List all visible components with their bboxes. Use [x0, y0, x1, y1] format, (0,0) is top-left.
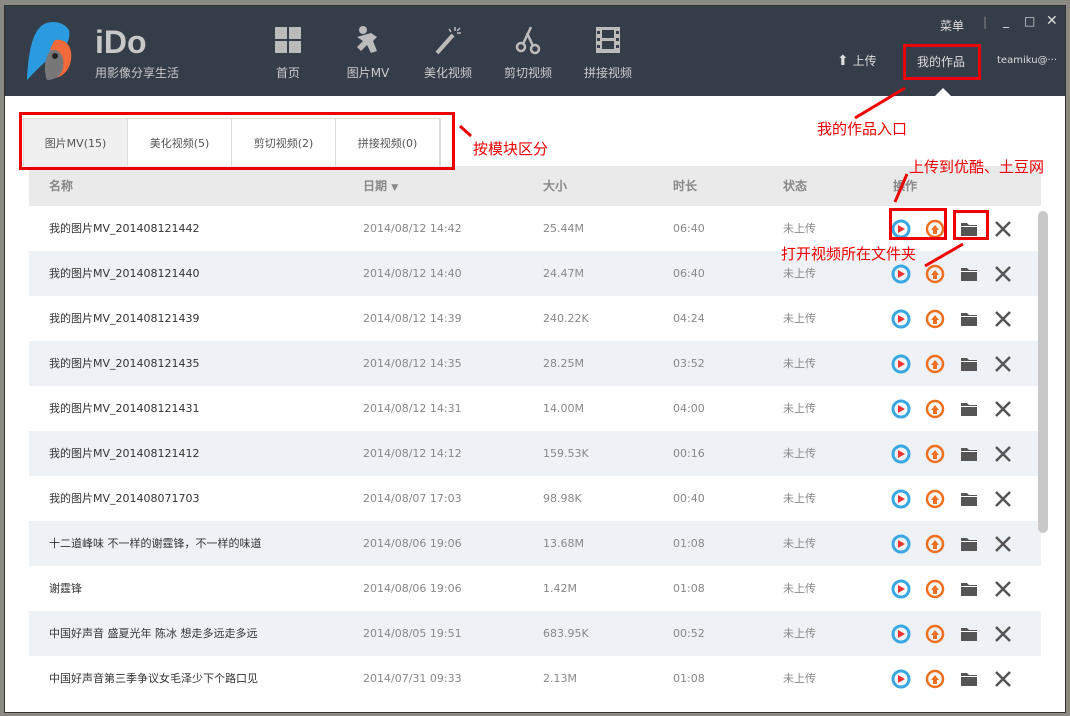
app-window: iDo 用影像分享生活 首页 图片MV 美化视频 剪切视频 拼接视频 菜单 | … — [4, 5, 1066, 713]
annotation-arrows — [458, 86, 964, 268]
